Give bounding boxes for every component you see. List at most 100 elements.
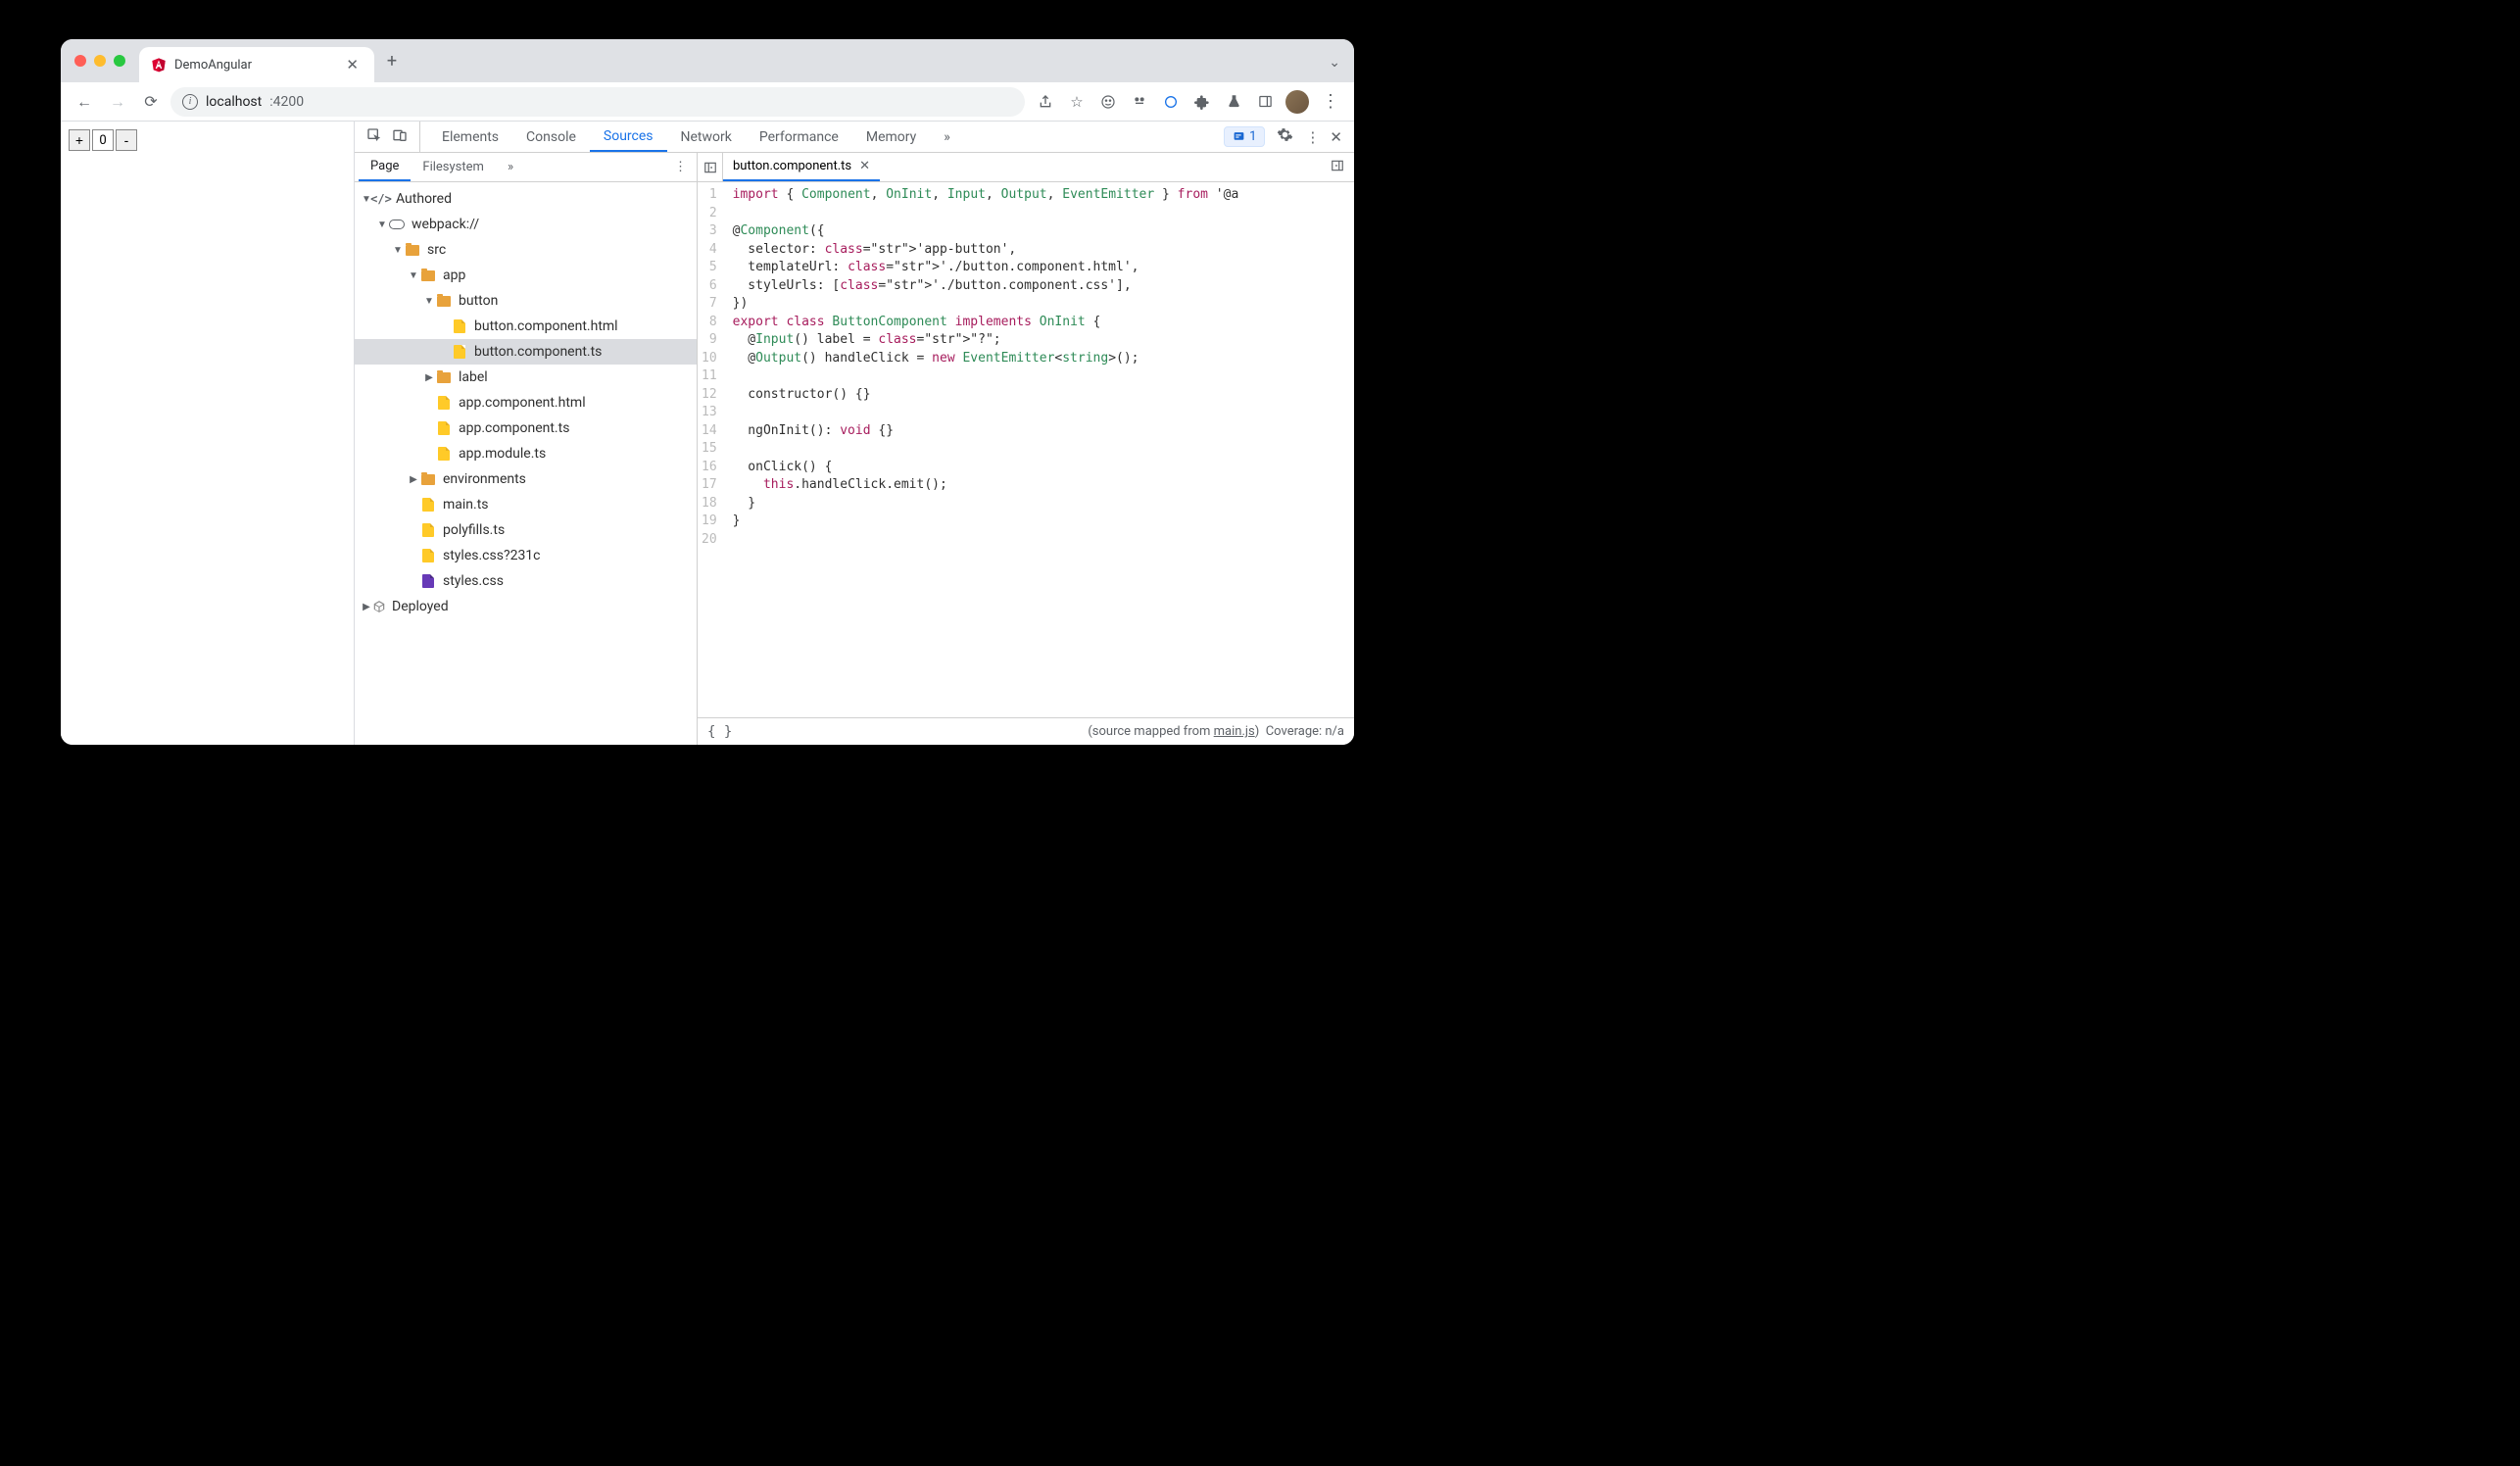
navigator-tabs: Page Filesystem » ⋮	[355, 153, 697, 182]
file-icon	[419, 496, 437, 513]
issues-badge[interactable]: 1	[1224, 126, 1265, 147]
forward-button[interactable]: →	[104, 88, 131, 116]
code-area[interactable]: 1234567891011121314151617181920 import {…	[698, 182, 1354, 717]
cloud-icon	[388, 216, 406, 233]
side-panel-icon[interactable]	[1254, 91, 1276, 113]
folder-icon	[419, 267, 437, 284]
source-mapped-suffix: )	[1255, 724, 1260, 739]
back-button[interactable]: ←	[71, 88, 98, 116]
browser-window: DemoAngular ✕ + ⌄ ← → ⟳ i localhost :4200…	[61, 39, 1354, 745]
tree-app-module[interactable]: app.module.ts	[355, 441, 697, 466]
url-host: localhost	[206, 94, 262, 110]
devtools-body: Page Filesystem » ⋮ </>Authored webpack:…	[355, 153, 1354, 745]
address-bar: ← → ⟳ i localhost :4200 ☆	[61, 82, 1354, 122]
tree-app[interactable]: app	[355, 263, 697, 288]
file-icon	[435, 419, 453, 437]
tree-app-html[interactable]: app.component.html	[355, 390, 697, 415]
tree-environments[interactable]: environments	[355, 466, 697, 492]
close-window-button[interactable]	[74, 55, 86, 67]
close-tab-button[interactable]: ✕	[342, 56, 363, 73]
devtools-toolbar: Elements Console Sources Network Perform…	[355, 122, 1354, 153]
code-content[interactable]: import { Component, OnInit, Input, Outpu…	[725, 182, 1247, 717]
extension-icon-2[interactable]	[1129, 91, 1150, 113]
nav-tab-filesystem[interactable]: Filesystem	[411, 153, 496, 181]
file-icon	[419, 547, 437, 564]
devtools-menu-button[interactable]: ⋮	[1305, 128, 1318, 146]
extension-icon-3[interactable]	[1160, 91, 1182, 113]
editor-tab-label: button.component.ts	[733, 159, 851, 173]
tree-deployed[interactable]: Deployed	[355, 594, 697, 619]
tree-src[interactable]: src	[355, 237, 697, 263]
tree-button-html[interactable]: button.component.html	[355, 314, 697, 339]
tab-memory[interactable]: Memory	[852, 122, 930, 152]
code-editor: button.component.ts ✕ 123456789101112131…	[698, 153, 1354, 745]
bookmark-icon[interactable]: ☆	[1066, 91, 1088, 113]
reload-button[interactable]: ⟳	[137, 88, 165, 116]
toggle-navigator-button[interactable]	[698, 153, 723, 181]
tree-label-folder[interactable]: label	[355, 365, 697, 390]
omnibox[interactable]: i localhost :4200	[170, 87, 1025, 117]
close-devtools-button[interactable]: ✕	[1330, 128, 1342, 146]
extension-icon-1[interactable]	[1097, 91, 1119, 113]
tab-elements[interactable]: Elements	[428, 122, 512, 152]
pretty-print-button[interactable]: { }	[707, 724, 732, 740]
inspect-element-icon[interactable]	[366, 127, 382, 147]
decrement-button[interactable]: -	[116, 129, 137, 151]
device-toolbar-icon[interactable]	[392, 127, 408, 147]
file-icon	[435, 445, 453, 463]
close-editor-tab-button[interactable]: ✕	[859, 159, 870, 173]
file-icon	[419, 521, 437, 539]
titlebar: DemoAngular ✕ + ⌄	[61, 39, 1354, 82]
counter-widget: + 0 -	[69, 129, 346, 151]
maximize-window-button[interactable]	[114, 55, 125, 67]
titlebar-right: ⌄	[1329, 52, 1354, 71]
editor-tab-bar: button.component.ts ✕	[698, 153, 1354, 182]
tab-network[interactable]: Network	[667, 122, 746, 152]
increment-button[interactable]: +	[69, 129, 90, 151]
nav-more-button[interactable]: »	[500, 160, 521, 174]
new-tab-button[interactable]: +	[378, 47, 406, 74]
settings-icon[interactable]	[1277, 126, 1293, 147]
tree-styles-q[interactable]: styles.css?231c	[355, 543, 697, 568]
tab-search-button[interactable]: ⌄	[1329, 55, 1340, 71]
page-viewport: + 0 -	[61, 122, 355, 745]
nav-menu-button[interactable]: ⋮	[664, 160, 697, 174]
extensions-button[interactable]	[1191, 91, 1213, 113]
tree-styles[interactable]: styles.css	[355, 568, 697, 594]
tree-webpack[interactable]: webpack://	[355, 212, 697, 237]
source-mapped-prefix: (source mapped from	[1088, 724, 1213, 739]
url-port: :4200	[269, 94, 304, 110]
minimize-window-button[interactable]	[94, 55, 106, 67]
more-tabs-button[interactable]: »	[930, 122, 964, 152]
tab-sources[interactable]: Sources	[590, 122, 667, 152]
tree-main-ts[interactable]: main.ts	[355, 492, 697, 517]
tab-performance[interactable]: Performance	[746, 122, 852, 152]
code-icon: </>	[372, 190, 390, 208]
labs-icon[interactable]	[1223, 91, 1244, 113]
issues-count: 1	[1249, 129, 1256, 144]
editor-tab[interactable]: button.component.ts ✕	[723, 153, 880, 181]
editor-footer: { } (source mapped from main.js) Coverag…	[698, 717, 1354, 745]
tree-app-ts[interactable]: app.component.ts	[355, 415, 697, 441]
toggle-debugger-button[interactable]	[1321, 159, 1354, 176]
source-map-link[interactable]: main.js	[1214, 724, 1255, 739]
profile-avatar[interactable]	[1285, 90, 1309, 114]
angular-icon	[151, 57, 167, 73]
file-icon	[435, 394, 453, 412]
tree-polyfills[interactable]: polyfills.ts	[355, 517, 697, 543]
tree-button-ts[interactable]: button.component.ts	[355, 339, 697, 365]
nav-tab-page[interactable]: Page	[359, 153, 411, 181]
coverage-label: Coverage: n/a	[1266, 724, 1344, 739]
file-tree: </>Authored webpack:// src app button bu…	[355, 182, 697, 745]
browser-menu-button[interactable]: ⋮	[1319, 91, 1340, 113]
folder-icon	[435, 292, 453, 310]
folder-icon	[419, 470, 437, 488]
tab-console[interactable]: Console	[512, 122, 590, 152]
site-info-icon[interactable]: i	[182, 94, 198, 110]
share-icon[interactable]	[1035, 91, 1056, 113]
browser-tab[interactable]: DemoAngular ✕	[139, 47, 374, 82]
tab-title: DemoAngular	[174, 58, 334, 73]
tree-authored[interactable]: </>Authored	[355, 186, 697, 212]
tree-button-folder[interactable]: button	[355, 288, 697, 314]
content: + 0 - Elements Console Sour	[61, 122, 1354, 745]
